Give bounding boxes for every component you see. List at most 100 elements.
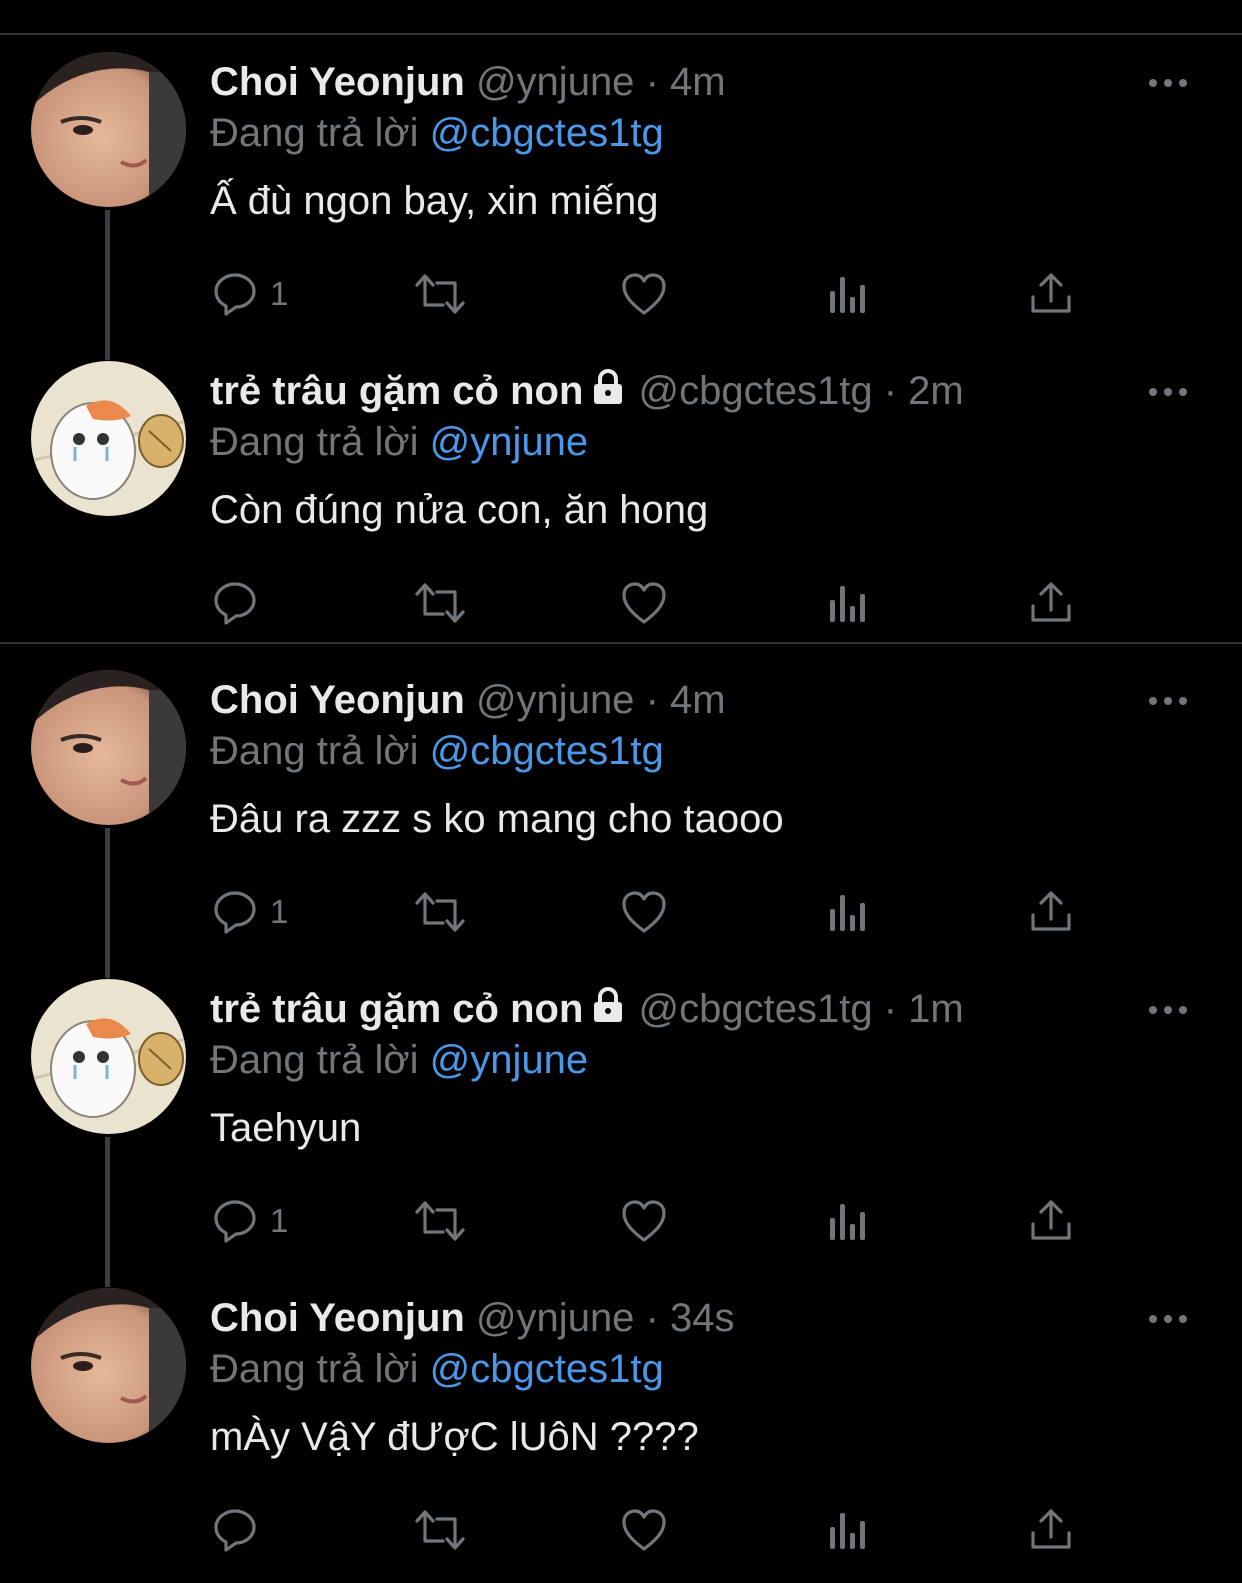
retweet-icon: [415, 1510, 465, 1550]
share-button[interactable]: [1029, 1191, 1073, 1251]
reply-count: 1: [270, 893, 289, 930]
retweet-button[interactable]: [413, 882, 467, 942]
person-photo-avatar-icon: [31, 670, 186, 825]
replying-to: Đang trả lời @cbgctes1tg: [210, 109, 664, 157]
replying-to: Đang trả lời @cbgctes1tg: [210, 1345, 664, 1393]
like-button[interactable]: [620, 1500, 668, 1560]
lock-icon: [594, 987, 623, 1022]
retweet-icon: [415, 583, 465, 623]
more-options-icon[interactable]: [1148, 76, 1188, 90]
heart-icon: [622, 1509, 666, 1551]
separator-dot: ·: [645, 678, 659, 722]
like-button[interactable]: [620, 1191, 668, 1251]
avatar-yeonjun[interactable]: [31, 52, 186, 207]
replying-to: Đang trả lời @cbgctes1tg: [210, 727, 664, 775]
reply-icon: [214, 273, 256, 316]
timestamp[interactable]: 4m: [670, 60, 726, 104]
heart-icon: [622, 273, 666, 315]
share-button[interactable]: [1029, 573, 1073, 633]
reply-icon: [214, 891, 256, 934]
tweet[interactable]: Choi Yeonjun @ynjune · 4m Đang trả lời @…: [0, 36, 1242, 360]
tweet[interactable]: Choi Yeonjun @ynjune · 4m Đang trả lời @…: [0, 654, 1242, 978]
reply-count: 1: [270, 275, 289, 312]
tweet-actions: 1: [0, 264, 1242, 324]
analytics-icon: [830, 586, 865, 622]
tweet[interactable]: Choi Yeonjun @ynjune · 34s Đang trả lời …: [0, 1272, 1242, 1580]
views-button[interactable]: [826, 573, 868, 633]
display-name[interactable]: Choi Yeonjun: [210, 60, 465, 104]
avatar-cbgctes1tg[interactable]: [31, 979, 186, 1134]
tweet-header: Choi Yeonjun @ynjune · 4m: [210, 676, 1122, 724]
heart-icon: [622, 1200, 666, 1242]
avatar-cbgctes1tg[interactable]: [31, 361, 186, 516]
mention-link[interactable]: @ynjune: [430, 1038, 588, 1082]
mention-link[interactable]: @ynjune: [430, 420, 588, 464]
handle[interactable]: @ynjune: [476, 60, 634, 104]
tweet-text: Ấ đù ngon bay, xin miếng: [210, 179, 659, 223]
share-icon: [1031, 1200, 1071, 1240]
tweet-header: Choi Yeonjun @ynjune · 34s: [210, 1294, 1122, 1342]
timestamp[interactable]: 2m: [908, 369, 964, 413]
retweet-icon: [415, 1201, 465, 1241]
display-name[interactable]: trẻ trâu gặm cỏ non: [210, 987, 583, 1031]
timestamp[interactable]: 34s: [670, 1296, 735, 1340]
avatar-yeonjun[interactable]: [31, 670, 186, 825]
more-options-icon[interactable]: [1148, 1003, 1188, 1017]
retweet-button[interactable]: [413, 264, 467, 324]
retweet-button[interactable]: [413, 573, 467, 633]
like-button[interactable]: [620, 882, 668, 942]
reply-button[interactable]: [212, 573, 270, 633]
analytics-icon: [830, 1513, 865, 1549]
hamster-cartoon-avatar-icon: [31, 979, 186, 1134]
reply-button[interactable]: 1: [212, 1191, 288, 1251]
reply-icon: [214, 1509, 256, 1552]
display-name[interactable]: Choi Yeonjun: [210, 1296, 465, 1340]
heart-icon: [622, 891, 666, 933]
handle[interactable]: @cbgctes1tg: [639, 987, 873, 1031]
views-button[interactable]: [826, 264, 868, 324]
handle[interactable]: @ynjune: [476, 1296, 634, 1340]
reply-button[interactable]: [212, 1500, 270, 1560]
tweet-text: Taehyun: [210, 1106, 362, 1150]
replying-to-label: Đang trả lời: [210, 111, 419, 155]
mention-link[interactable]: @cbgctes1tg: [430, 1347, 664, 1391]
reply-button[interactable]: 1: [212, 882, 288, 942]
replying-to: Đang trả lời @ynjune: [210, 418, 588, 466]
share-button[interactable]: [1029, 1500, 1073, 1560]
retweet-button[interactable]: [413, 1500, 467, 1560]
views-button[interactable]: [826, 1500, 868, 1560]
display-name[interactable]: trẻ trâu gặm cỏ non: [210, 369, 583, 413]
views-button[interactable]: [826, 1191, 868, 1251]
handle[interactable]: @ynjune: [476, 678, 634, 722]
views-button[interactable]: [826, 882, 868, 942]
tweet-text: Còn đúng nửa con, ăn hong: [210, 488, 709, 532]
more-options-icon[interactable]: [1148, 694, 1188, 708]
timestamp[interactable]: 1m: [908, 987, 964, 1031]
mention-link[interactable]: @cbgctes1tg: [430, 729, 664, 773]
like-button[interactable]: [620, 573, 668, 633]
handle[interactable]: @cbgctes1tg: [639, 369, 873, 413]
tweet[interactable]: trẻ trâu gặm cỏ non @cbgctes1tg · 2m Đan…: [0, 345, 1242, 653]
mention-link[interactable]: @cbgctes1tg: [430, 111, 664, 155]
share-button[interactable]: [1029, 264, 1073, 324]
reply-count: 1: [270, 1202, 289, 1239]
retweet-icon: [415, 892, 465, 932]
reply-button[interactable]: 1: [212, 264, 288, 324]
person-photo-avatar-icon: [31, 52, 186, 207]
tweet-actions: [0, 573, 1242, 633]
tweet-text: mÀy VậY đƯợC lUôN ????: [210, 1415, 699, 1459]
like-button[interactable]: [620, 264, 668, 324]
share-button[interactable]: [1029, 882, 1073, 942]
tweet[interactable]: trẻ trâu gặm cỏ non @cbgctes1tg · 1m Đan…: [0, 963, 1242, 1287]
more-options-icon[interactable]: [1148, 385, 1188, 399]
retweet-button[interactable]: [413, 1191, 467, 1251]
person-photo-avatar-icon: [31, 1288, 186, 1443]
timestamp[interactable]: 4m: [670, 678, 726, 722]
analytics-icon: [830, 1204, 865, 1240]
display-name[interactable]: Choi Yeonjun: [210, 678, 465, 722]
more-options-icon[interactable]: [1148, 1312, 1188, 1326]
avatar-yeonjun[interactable]: [31, 1288, 186, 1443]
tweet-actions: 1: [0, 1191, 1242, 1251]
retweet-icon: [415, 274, 465, 314]
share-icon: [1031, 273, 1071, 313]
